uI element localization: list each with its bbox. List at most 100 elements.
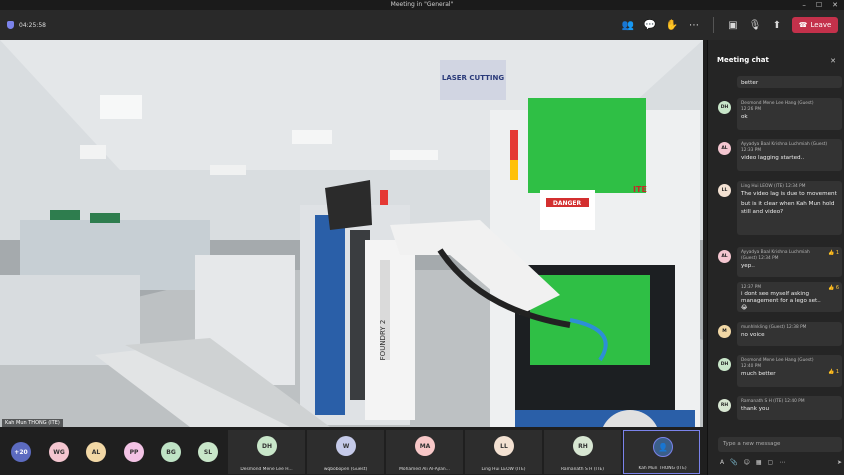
message-bubble: Ling Hui LEOW (ITE) 12:34 PM The video l… <box>737 181 842 235</box>
message-text: no voice <box>741 332 765 338</box>
emoji-icon[interactable]: ☺ <box>744 459 750 466</box>
brand-logo: ITE <box>633 185 647 194</box>
avatar-initials: LL <box>721 188 728 193</box>
avatar-initials: DH <box>261 442 272 450</box>
message-author: munhlnkling (Guest) <box>741 325 785 330</box>
participant-name: Mohamed Ali Al-Ajlan... <box>399 467 450 472</box>
message-time: 12:26 PM <box>741 107 762 112</box>
message-bubble: Ayyadya Baal Krishna Luchmiah (Guest) 12… <box>737 139 842 171</box>
participant-name: Ramanath S H (ITE) <box>560 467 605 472</box>
avatar: LL <box>718 184 731 197</box>
person-icon: 👤 <box>658 442 668 452</box>
sign-laser-cutting: LASER CUTTING <box>442 74 505 82</box>
message-text: video lagging started.. <box>741 155 805 161</box>
participant-avatar-small[interactable]: AL <box>86 442 106 462</box>
format-icon[interactable]: A <box>720 459 724 466</box>
avatar: RH <box>573 436 593 456</box>
message-time: 12:34 PM <box>785 184 806 189</box>
minimize-icon[interactable]: – <box>802 0 806 10</box>
participant-name: Ling Hui LEOW (ITE) <box>481 467 526 472</box>
share-screen-icon[interactable]: ⬆ <box>766 10 788 40</box>
sticker-icon[interactable]: ▢ <box>768 459 774 466</box>
toolbar-divider <box>713 17 714 33</box>
avatar: AL <box>718 142 731 155</box>
message-text: much better <box>741 371 776 377</box>
message-bubble: Desmond Mene Lee Hang (Guest) 12:26 PM o… <box>737 98 842 130</box>
avatar-initials: DH <box>720 362 729 367</box>
participant-name: wqbobopen (Guest) <box>323 467 368 472</box>
participant-avatar-small[interactable]: BG <box>161 442 181 462</box>
participant-tile[interactable]: DH Desmond Mene Lee H... <box>228 430 305 474</box>
leave-button[interactable]: ☎ Leave <box>792 17 838 33</box>
maximize-icon[interactable]: ☐ <box>816 0 822 10</box>
close-window-icon[interactable]: ✕ <box>832 0 838 10</box>
participant-tile[interactable]: RH Ramanath S H (ITE) <box>544 430 621 474</box>
message-bubble: 12:37 PM i dont see myself asking manage… <box>737 282 842 312</box>
robot-label: FOUNDRY 2 <box>379 320 387 361</box>
participant-avatar-small[interactable]: PP <box>124 442 144 462</box>
avatar-initials: BG <box>166 448 176 456</box>
more-options-icon[interactable]: ⋯ <box>683 10 705 40</box>
avatar-initials: SL <box>203 448 213 456</box>
avatar: AL <box>718 250 731 263</box>
message-time: 12:38 PM <box>786 325 807 330</box>
like-reaction[interactable]: 👍 1 <box>828 250 839 256</box>
more-participants-badge[interactable]: +20 <box>11 442 31 462</box>
window-controls: – ☐ ✕ <box>802 0 838 10</box>
video-frame-image: LASER CUTTING DANGER ITE FOUNDRY 2 <box>0 40 703 427</box>
like-reaction[interactable]: 👍 1 <box>828 369 839 375</box>
message-text: thank you <box>741 406 770 412</box>
compose-message-input[interactable]: Type a new message <box>718 437 842 452</box>
participant-tile[interactable]: LL Ling Hui LEOW (ITE) <box>465 430 542 474</box>
message-text: The video lag is due to movement <box>741 191 837 197</box>
avatar: M <box>718 325 731 338</box>
avatar-initials: PP <box>129 448 139 456</box>
avatar-photo: 👤 <box>653 437 673 457</box>
message-time: 12:33 PM <box>741 148 762 153</box>
raise-hand-icon[interactable]: ✋ <box>661 10 683 40</box>
message-bubble: Ramanath S H (ITE) 12:40 PM thank you <box>737 396 842 420</box>
message-time: 12:40 PM <box>784 399 805 404</box>
message-author: Desmond Mene Lee Hang (Guest) <box>741 358 814 363</box>
avatar: RH <box>718 399 731 412</box>
like-reaction[interactable]: 👍 6 <box>828 285 839 291</box>
more-compose-icon[interactable]: ⋯ <box>779 459 785 466</box>
participant-tile-active[interactable]: 👤 Kah Mun THONG (ITE) <box>623 430 700 474</box>
compose-toolbar: A 📎 ☺ ▦ ▢ ⋯ ➤ <box>720 459 842 466</box>
message-text: better <box>741 80 759 86</box>
participant-tile[interactable]: MA Mohamed Ali Al-Ajlan... <box>386 430 463 474</box>
send-icon[interactable]: ➤ <box>837 459 842 466</box>
avatar-initials: DH <box>720 105 729 110</box>
avatar-initials: AL <box>91 448 101 456</box>
close-icon[interactable]: ✕ <box>830 57 836 65</box>
compose-placeholder: Type a new message <box>723 441 781 447</box>
avatar-initials: M <box>722 329 727 334</box>
camera-icon[interactable]: ▣ <box>722 10 744 40</box>
attach-icon[interactable]: 📎 <box>730 459 737 466</box>
participant-name: Desmond Mene Lee H... <box>240 467 293 472</box>
main-video-feed: LASER CUTTING DANGER ITE FOUNDRY 2 Kah M… <box>0 40 703 427</box>
message-time: 12:34 PM <box>758 256 779 261</box>
participant-strip: +20 WG AL PP BG SL DH Desmond Mene Lee H… <box>0 427 703 475</box>
danger-sign: DANGER <box>553 200 582 207</box>
toolbar-actions: 👥 💬 ✋ ⋯ ▣ 🎙 ⬆ ☎ Leave <box>617 10 844 40</box>
chat-icon[interactable]: 💬 <box>639 10 661 40</box>
avatar: DH <box>718 101 731 114</box>
participant-avatar-small[interactable]: SL <box>198 442 218 462</box>
participant-tile[interactable]: W wqbobopen (Guest) <box>307 430 384 474</box>
people-icon[interactable]: 👥 <box>617 10 639 40</box>
message-bubble: Ayyadya Baal Krishna Luchmiah (Guest) 12… <box>737 247 842 277</box>
participant-avatar-small[interactable]: WG <box>49 442 69 462</box>
message-text: i dont see myself asking management for … <box>741 291 821 311</box>
gif-icon[interactable]: ▦ <box>756 459 762 466</box>
phone-icon: ☎ <box>798 21 808 29</box>
participant-name: Kah Mun THONG (ITE) <box>638 466 687 471</box>
message-time: 12:40 PM <box>741 364 762 369</box>
mic-off-icon[interactable]: 🎙 <box>744 10 766 40</box>
message-text: ok <box>741 114 748 120</box>
message-text: yep.. <box>741 263 755 269</box>
avatar-initials: MA <box>419 442 431 450</box>
window-title-bar: Meeting in "General" – ☐ ✕ <box>0 0 844 10</box>
avatar: LL <box>494 436 514 456</box>
avatar-initials: RH <box>720 403 729 408</box>
